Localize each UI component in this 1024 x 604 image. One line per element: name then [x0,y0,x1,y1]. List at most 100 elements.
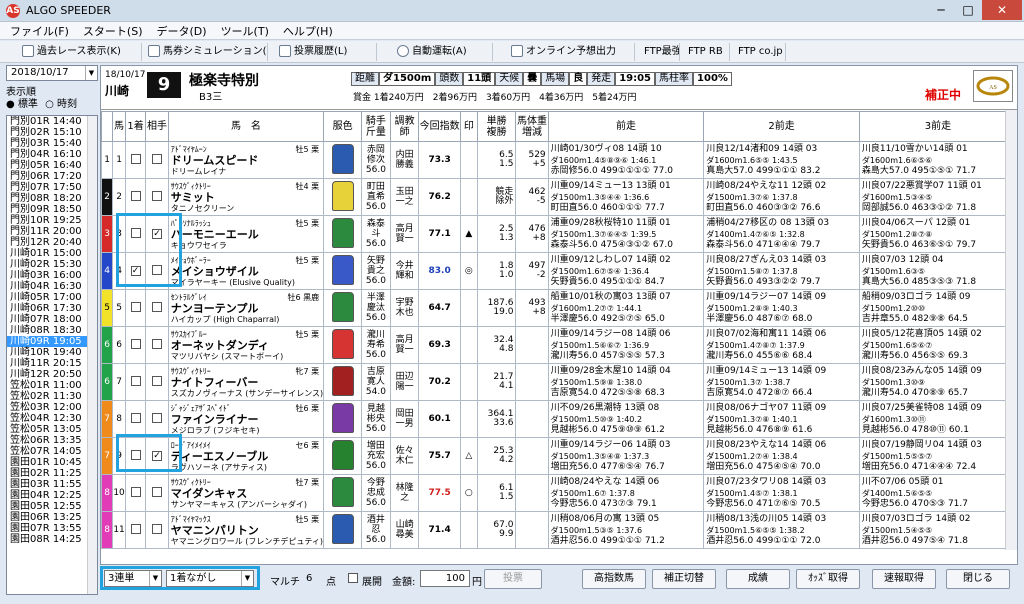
horse-name-cell[interactable]: ｱﾄﾞﾏｲﾔﾏｯｸｽ 牡5 栗ヤマニンパリトン ヤマニングロワール (フレンチデピ… [167,511,325,549]
ftp-rb-button[interactable]: FTP RB [684,43,730,61]
race-list-item[interactable]: 園田07R 13:55 [7,523,97,534]
race-list-item[interactable]: 園田06R 13:25 [7,512,97,523]
horse-name[interactable]: マイダンキャス [171,488,323,499]
bet-simulation-button[interactable]: 馬券シミュレーション(B) [144,43,268,61]
partner-checkbox[interactable] [152,523,163,534]
first-checkbox-cell[interactable] [124,178,147,216]
race-list-item[interactable]: 園田02R 11:25 [7,468,97,479]
race-list-item[interactable]: 川崎03R 16:00 [7,270,97,281]
expand-checkbox[interactable] [348,573,358,586]
partner-checkbox-cell[interactable] [145,326,169,364]
bet-mode-select[interactable]: 1着ながし ▼ [166,570,254,587]
col-silk[interactable]: 服色 [323,111,362,142]
prev-race-1-cell[interactable]: 川重09/14ラジー08 14頭 06 ダ1500m1.5⑥⑥⑦ 1:36.9 瀧川… [547,326,705,364]
horse-name[interactable]: ヤマニンパリトン [171,525,323,536]
table-row[interactable]: 8 10 ｻｳｽｳﾞｨｸﾄﾘｰ 牡7 栗マイダンキャス サンヤマーキャス (アンバーシ… [100,474,1018,512]
radio-standard[interactable]: ● 標準 [6,99,38,110]
prev-race-1-cell[interactable]: 浦重09/28秋桜特10 11頭 01 ダ1500m1.3⑦⑥④⑤ 1:39.5 森… [547,215,705,253]
race-list-item[interactable]: 門別01R 14:40 [7,116,97,127]
horse-name-cell[interactable]: ﾛｰｼﾞｱｲﾒｲﾒｲ セ6 栗ディーエスノーブル ラヴハソーネ (アサティス) [167,437,325,475]
race-list-item[interactable]: 園田04R 12:25 [7,490,97,501]
partner-checkbox-cell[interactable] [145,252,169,290]
horse-name[interactable]: ナンヨーテンプル [171,303,323,314]
race-list-item[interactable]: 笠松03R 12:00 [7,402,97,413]
partner-checkbox[interactable] [152,486,163,497]
prev-race-3-cell[interactable]: 川良11/10雪かい14頭 01 ダ1600m1.6⑥⑤⑥ 森島大57.0 495①… [858,141,1018,179]
race-list-item[interactable]: 川崎01R 15:00 [7,248,97,259]
prev-race-2-cell[interactable]: 川重09/14ミュー13 14頭 09 ダ1500m1.3⑦ 1:38.7 吉原寛5… [703,363,860,401]
prev-race-2-cell[interactable]: 川良07/02海和寓11 14頭 06 ダ1500m1.4⑦⑧⑦ 1:37.9 瀧川… [703,326,860,364]
close-button[interactable]: 閉じる [946,569,1010,589]
partner-checkbox[interactable] [152,412,163,423]
col-first[interactable]: 1着 [124,111,147,142]
first-checkbox-cell[interactable] [124,511,147,549]
horse-name[interactable]: オーネットダンディ [171,340,323,351]
race-list-item[interactable]: 門別12R 20:40 [7,237,97,248]
horse-name-cell[interactable]: ｱﾄﾞﾏｲﾔﾑｰﾝ 牡5 栗ドリームスピード ドリームレイナ [167,141,325,179]
prev-race-3-cell[interactable]: 川良07/03 12頭 04 ダ1500m1.6③⑤ 真島大56.0 485③⑤③ … [858,252,1018,290]
prev-race-3-cell[interactable]: 川良07/25美雀特08 14頭 09 ダ1600m1.3⑩⑪ 見越彬56.0 47… [858,400,1018,438]
table-row[interactable]: 2 2 ｻｳｽｳﾞｨｸﾄﾘｰ 牡4 栗サミット タニノセクリーン 町田 直希 56.0 玉… [100,178,1018,216]
prev-race-2-cell[interactable]: 川良12/14渚和09 14頭 03 ダ1600m1.6⑤⑤ 1:43.5 真島大5… [703,141,860,179]
first-checkbox[interactable]: ✓ [130,266,141,276]
first-checkbox[interactable] [130,449,141,460]
partner-checkbox-cell[interactable] [145,178,169,216]
race-list-item[interactable]: 笠松04R 12:30 [7,413,97,424]
partner-checkbox-cell[interactable]: ✓ [145,215,169,253]
race-list-item[interactable]: 川崎08R 18:30 [7,325,97,336]
prev-race-1-cell[interactable]: 川重09/28金木屋10 14頭 04 ダ1500m1.5⑨⑧ 1:38.0 吉原寛… [547,363,705,401]
mark-cell[interactable]: △ [459,437,478,475]
partner-checkbox[interactable] [152,264,163,275]
race-list-scrollbar[interactable] [87,116,97,594]
prev-race-1-cell[interactable]: 川重09/12しわし07 14頭 02 ダ1500m1.6⑦⑤④ 1:36.4 矢野… [547,252,705,290]
prev-race-2-cell[interactable]: 川重09/14ラジー07 14頭 09 ダ1500m1.2⑧⑨ 1:40.3 半澤慶… [703,289,860,327]
partner-checkbox-cell[interactable]: ✓ [145,437,169,475]
mark-cell[interactable] [459,363,478,401]
mark-cell[interactable] [459,326,478,364]
race-list-item[interactable]: 川崎02R 15:30 [7,259,97,270]
mark-cell[interactable]: ▲ [459,215,478,253]
first-checkbox-cell[interactable]: ✓ [124,252,147,290]
race-list-item[interactable]: 笠松01R 11:00 [7,380,97,391]
table-scrollbar[interactable] [1005,110,1017,550]
col-weight[interactable]: 馬体重 増減 [515,111,549,142]
horse-name-cell[interactable]: ｾﾝﾄﾗﾙｸﾞﾚｲ 牡6 黒鹿 ナンヨーテンプル ハイカップ (High Chapa… [167,289,325,327]
prev-race-2-cell[interactable]: 川稍08/13浅の川05 14頭 03 ダ1500m1.5⑥⑤⑤ 1:38.2 酒井… [703,511,860,549]
partner-checkbox[interactable]: ✓ [152,229,163,239]
prev-race-3-cell[interactable]: 川良07/19静岡リ04 14頭 03 ダ1500m1.5⑤⑤⑦ 増田充56.0 4… [858,437,1018,475]
prev-race-1-cell[interactable]: 川重09/14ラジー06 14頭 03 ダ1500m1.3⑤④⑧ 1:37.3 増田… [547,437,705,475]
close-window-button[interactable]: ✕ [982,0,1022,20]
maximize-button[interactable]: □ [955,0,981,20]
menu-data[interactable]: データ(D) [157,23,207,39]
race-list-item[interactable]: 門別10R 19:25 [7,215,97,226]
col-partner[interactable]: 相手 [145,111,169,142]
col-odds[interactable]: 単勝 複勝 [476,111,517,142]
horse-name[interactable]: ハーモニーエール [171,229,323,240]
mark-cell[interactable]: ◎ [459,252,478,290]
race-list-item[interactable]: 川崎10R 19:40 [7,347,97,358]
partner-checkbox[interactable] [152,301,163,312]
col-prev2[interactable]: 2前走 [703,111,860,142]
horse-name-cell[interactable]: ｻｳｽｳﾞｨｸﾄﾘｰ 牡7 栗マイダンキャス サンヤマーキャス (アンバーシャダイ… [167,474,325,512]
radio-time[interactable]: ○ 時刻 [45,99,77,110]
first-checkbox[interactable] [130,338,141,349]
mark-cell[interactable] [459,178,478,216]
col-index[interactable]: 今回指数 [418,111,461,142]
first-checkbox-cell[interactable] [124,326,147,364]
partner-checkbox-cell[interactable] [145,400,169,438]
mark-cell[interactable] [459,141,478,179]
table-row[interactable]: 4 4 ✓ ﾒｲｼｮｳﾎﾞｰﾗｰ 牡5 栗メイショウザイル マイラヤーキー (Elusi… [100,252,1018,290]
partner-checkbox[interactable] [152,190,163,201]
race-list-item[interactable]: 川崎07R 18:00 [7,314,97,325]
horse-name-cell[interactable]: ﾊﾟｰｿﾅﾙﾗｯｼｭ 牡5 栗ハーモニーエール キョウワセイラ [167,215,325,253]
horse-name[interactable]: ファインライナー [171,414,323,425]
first-checkbox-cell[interactable] [124,363,147,401]
first-checkbox[interactable] [130,523,141,534]
horse-name-cell[interactable]: ｻｳｽｳﾞｨｸﾄﾘｰ 牝7 栗ナイトフィーバー スズカノヴィーナス (サンデーサイ… [167,363,325,401]
race-list-item[interactable]: 園田05R 12:55 [7,501,97,512]
partner-checkbox[interactable] [152,338,163,349]
prev-race-2-cell[interactable]: 川良08/06ナゴヤ07 11頭 09 ダ1500m1.3⑦⑧ 1:40.1 見越彬… [703,400,860,438]
table-row[interactable]: 7 9 ✓ ﾛｰｼﾞｱｲﾒｲﾒｲ セ6 栗ディーエスノーブル ラヴハソーネ (アサティス… [100,437,1018,475]
prev-race-3-cell[interactable]: 船稍09/03ロゴラ 14頭 09 ダ1500m1.2⑩⑩ 吉井章55.0 482⑨… [858,289,1018,327]
menu-help[interactable]: ヘルプ(H) [283,23,333,39]
